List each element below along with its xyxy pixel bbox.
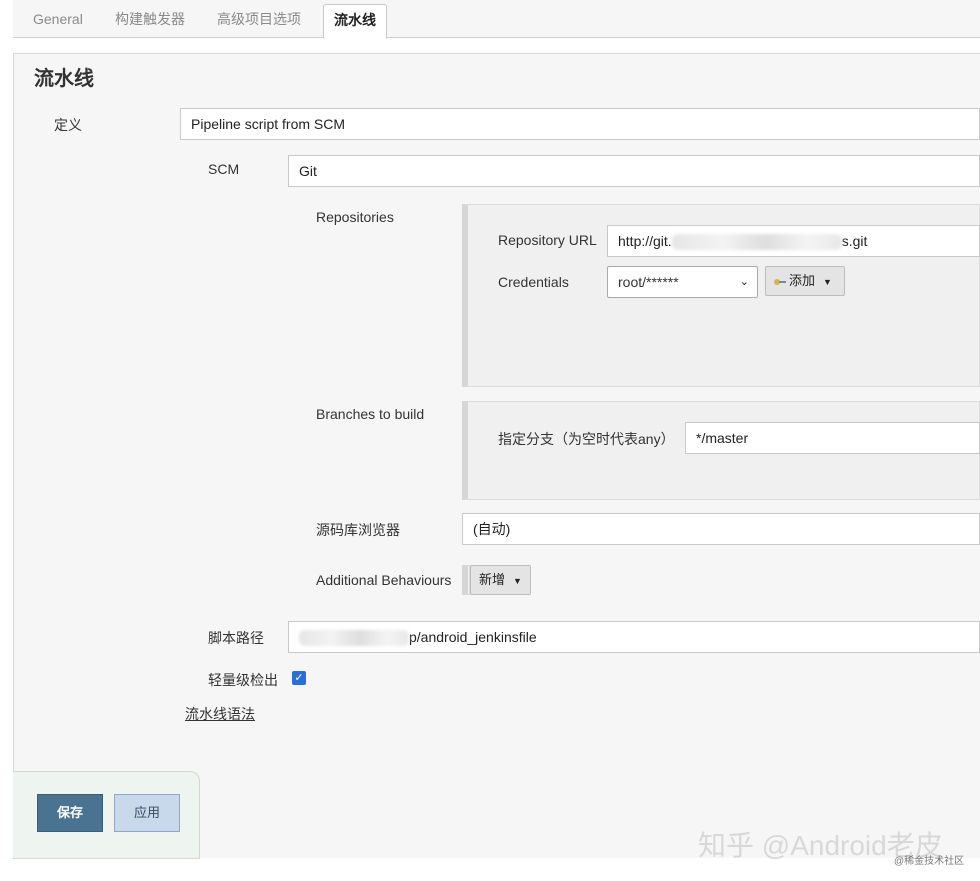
branch-specifier-input[interactable]: */master bbox=[685, 422, 980, 454]
repository-url-label: Repository URL bbox=[498, 232, 597, 248]
lightweight-checkout-checkbox[interactable]: ✓ bbox=[292, 671, 306, 685]
scm-label: SCM bbox=[208, 161, 239, 177]
section-title: 流水线 bbox=[34, 62, 94, 91]
additional-behaviours-label: Additional Behaviours bbox=[316, 572, 451, 588]
tab-pipeline[interactable]: 流水线 bbox=[323, 4, 387, 39]
repo-browser-label: 源码库浏览器 bbox=[316, 520, 400, 540]
repository-url-suffix: s.git bbox=[842, 233, 868, 249]
watermark-small: @稀金技术社区 bbox=[894, 852, 964, 867]
tab-advanced-project-options[interactable]: 高级项目选项 bbox=[207, 0, 311, 38]
definition-select[interactable]: Pipeline script from SCM bbox=[180, 108, 980, 140]
apply-button[interactable]: 应用 bbox=[114, 794, 180, 832]
add-behaviour-button[interactable]: 新增 ▼ bbox=[470, 565, 531, 595]
add-credentials-label: 添加 bbox=[789, 273, 815, 288]
repositories-label: Repositories bbox=[316, 209, 394, 225]
repo-browser-select[interactable]: (自动) bbox=[462, 513, 980, 545]
tab-general[interactable]: General bbox=[23, 0, 93, 38]
add-behaviour-label: 新增 bbox=[479, 572, 505, 587]
add-credentials-button[interactable]: 添加 ▼ bbox=[765, 266, 845, 296]
credentials-value: root/****** bbox=[618, 274, 679, 290]
definition-label: 定义 bbox=[54, 115, 82, 135]
credentials-select[interactable]: root/****** ⌄ bbox=[607, 266, 758, 298]
credentials-label: Credentials bbox=[498, 274, 569, 290]
repository-url-input[interactable]: http://git. s.git bbox=[607, 225, 980, 257]
redacted-region bbox=[672, 234, 842, 250]
caret-down-icon: ▼ bbox=[823, 277, 832, 287]
script-path-label: 脚本路径 bbox=[208, 628, 264, 648]
lightweight-checkout-label: 轻量级检出 bbox=[208, 670, 278, 690]
script-path-input[interactable]: p/android_jenkinsfile bbox=[288, 621, 980, 653]
additional-behaviours-group bbox=[462, 565, 470, 595]
action-bar: 保存 应用 bbox=[13, 771, 200, 859]
repository-url-prefix: http://git. bbox=[618, 233, 672, 249]
tab-build-triggers[interactable]: 构建触发器 bbox=[105, 0, 195, 38]
key-icon bbox=[774, 278, 786, 286]
scm-select[interactable]: Git bbox=[288, 155, 980, 187]
redacted-region bbox=[299, 630, 409, 646]
tab-bar: General 构建触发器 高级项目选项 流水线 bbox=[13, 0, 980, 38]
branch-specifier-label: 指定分支（为空时代表any） bbox=[498, 429, 675, 449]
chevron-down-icon: ⌄ bbox=[740, 267, 749, 297]
branches-label: Branches to build bbox=[316, 406, 424, 422]
save-button[interactable]: 保存 bbox=[37, 794, 103, 832]
script-path-value: p/android_jenkinsfile bbox=[409, 629, 537, 645]
caret-down-icon: ▼ bbox=[513, 576, 522, 586]
pipeline-syntax-link[interactable]: 流水线语法 bbox=[185, 704, 255, 724]
